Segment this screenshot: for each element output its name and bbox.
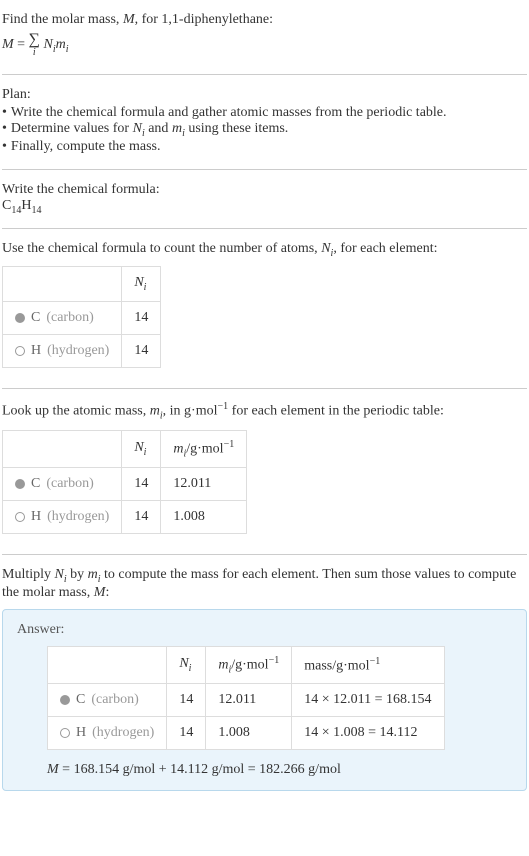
plan-item: •Determine values for Ni and mi using th…	[2, 121, 527, 139]
plan-item: •Write the chemical formula and gather a…	[2, 105, 527, 121]
circle-open-icon	[60, 728, 70, 738]
divider	[2, 554, 527, 555]
header-section: Find the molar mass, M, for 1,1-diphenyl…	[2, 4, 527, 70]
table-header-row: Ni	[3, 267, 161, 302]
m-value: 1.008	[206, 717, 292, 750]
m-value: 12.011	[206, 684, 292, 717]
n-value: 14	[167, 717, 206, 750]
answer-table: Ni mi/g·mol−1 mass/g·mol−1 C (carbon) 14…	[47, 646, 445, 750]
m-value: 1.008	[161, 501, 247, 534]
sub: i	[66, 44, 69, 55]
bullet-icon: •	[2, 139, 7, 155]
n-value: 14	[122, 501, 161, 534]
mass-header: mass/g·mol−1	[292, 646, 444, 683]
divider	[2, 74, 527, 75]
element-c: C	[2, 198, 11, 213]
plan-text: Determine values for Ni and mi using the…	[11, 121, 288, 139]
lhs: M	[2, 37, 14, 52]
var-m: m	[56, 37, 66, 52]
section-title: Multiply Ni by mi to compute the mass fo…	[2, 567, 527, 601]
text: Find the molar mass,	[2, 12, 123, 27]
element-cell: H (hydrogen)	[3, 335, 122, 368]
chemical-formula-section: Write the chemical formula: C14H14	[2, 174, 527, 224]
empty-header	[3, 267, 122, 302]
n-value: 14	[167, 684, 206, 717]
table-row: H (hydrogen) 14	[3, 335, 161, 368]
element-h: H	[21, 198, 31, 213]
element-cell: C (carbon)	[3, 468, 122, 501]
divider	[2, 169, 527, 170]
divider	[2, 228, 527, 229]
n-value: 14	[122, 335, 161, 368]
table-row: H (hydrogen) 14 1.008 14 × 1.008 = 14.11…	[48, 717, 445, 750]
n-header: Ni	[122, 430, 161, 467]
sigma: ∑	[29, 32, 40, 48]
sub: 14	[31, 205, 41, 216]
var-n: N	[43, 37, 52, 52]
count-section: Use the chemical formula to count the nu…	[2, 233, 527, 385]
answer-label: Answer:	[17, 622, 512, 638]
element-cell: H (hydrogen)	[3, 501, 122, 534]
chemical-formula: C14H14	[2, 198, 527, 216]
table-row: C (carbon) 14	[3, 302, 161, 335]
table-header-row: Ni mi/g·mol−1 mass/g·mol−1	[48, 646, 445, 683]
mass-value: 14 × 1.008 = 14.112	[292, 717, 444, 750]
m-value: 12.011	[161, 468, 247, 501]
n-header: Ni	[122, 267, 161, 302]
molar-mass-formula: M = ∑i Nimi	[2, 32, 527, 58]
text: , for 1,1-diphenylethane:	[135, 12, 273, 27]
problem-statement: Find the molar mass, M, for 1,1-diphenyl…	[2, 12, 527, 28]
n-header: Ni	[167, 646, 206, 683]
lookup-table: Ni mi/g·mol−1 C (carbon) 14 12.011 H (hy…	[2, 430, 247, 534]
plan-title: Plan:	[2, 87, 527, 103]
n-value: 14	[122, 468, 161, 501]
element-cell: C (carbon)	[48, 684, 167, 717]
final-result: M = 168.154 g/mol + 14.112 g/mol = 182.2…	[47, 762, 512, 778]
circle-open-icon	[15, 512, 25, 522]
count-table: Ni C (carbon) 14 H (hydrogen) 14	[2, 266, 161, 368]
empty-header	[3, 430, 122, 467]
circle-filled-icon	[15, 313, 25, 323]
table-header-row: Ni mi/g·mol−1	[3, 430, 247, 467]
n-value: 14	[122, 302, 161, 335]
circle-open-icon	[15, 346, 25, 356]
divider	[2, 388, 527, 389]
circle-filled-icon	[60, 695, 70, 705]
plan-list: •Write the chemical formula and gather a…	[2, 105, 527, 155]
element-cell: C (carbon)	[3, 302, 122, 335]
empty-header	[48, 646, 167, 683]
m-header: mi/g·mol−1	[206, 646, 292, 683]
sigma-sub: i	[33, 48, 36, 58]
bullet-icon: •	[2, 105, 7, 121]
sigma-icon: ∑i	[29, 32, 40, 58]
answer-box: Answer: Ni mi/g·mol−1 mass/g·mol−1 C (ca…	[2, 609, 527, 791]
circle-filled-icon	[15, 479, 25, 489]
mass-value: 14 × 12.011 = 168.154	[292, 684, 444, 717]
sub: 14	[11, 205, 21, 216]
table-row: C (carbon) 14 12.011 14 × 12.011 = 168.1…	[48, 684, 445, 717]
table-row: C (carbon) 14 12.011	[3, 468, 247, 501]
section-title: Write the chemical formula:	[2, 182, 527, 198]
lookup-section: Look up the atomic mass, mi, in g·mol−1 …	[2, 393, 527, 550]
section-title: Use the chemical formula to count the nu…	[2, 241, 527, 259]
plan-item: •Finally, compute the mass.	[2, 139, 527, 155]
var-m: M	[123, 12, 135, 27]
element-cell: H (hydrogen)	[48, 717, 167, 750]
multiply-section: Multiply Ni by mi to compute the mass fo…	[2, 559, 527, 799]
table-row: H (hydrogen) 14 1.008	[3, 501, 247, 534]
plan-text: Write the chemical formula and gather at…	[11, 105, 447, 121]
bullet-icon: •	[2, 121, 7, 137]
plan-text: Finally, compute the mass.	[11, 139, 161, 155]
m-header: mi/g·mol−1	[161, 430, 247, 467]
eq: =	[14, 37, 29, 52]
plan-section: Plan: •Write the chemical formula and ga…	[2, 79, 527, 165]
section-title: Look up the atomic mass, mi, in g·mol−1 …	[2, 401, 527, 421]
